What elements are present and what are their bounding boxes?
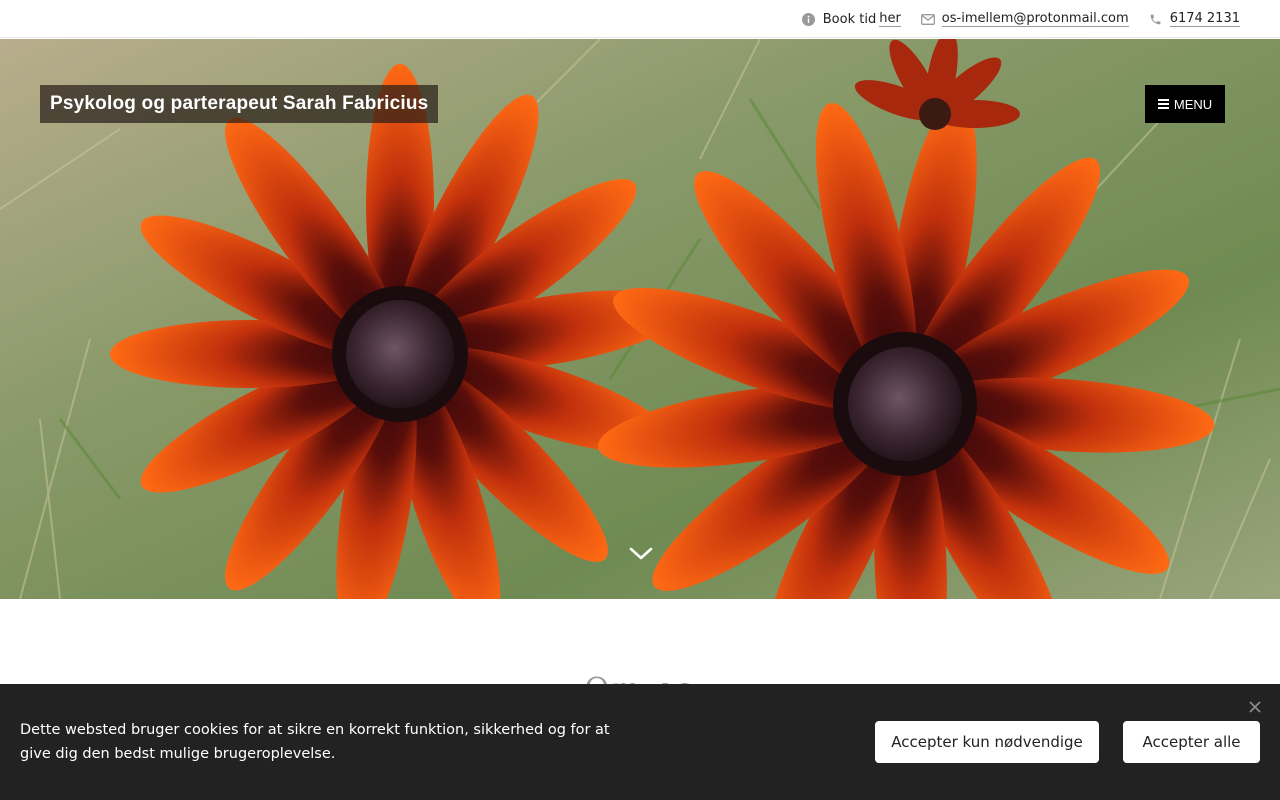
accept-all-button[interactable]: Accepter alle <box>1123 721 1260 763</box>
booking-link[interactable]: her <box>879 11 901 27</box>
chevron-down-icon[interactable] <box>628 543 654 563</box>
cookie-banner: Dette websted bruger cookies for at sikr… <box>0 684 1280 800</box>
phone-link[interactable]: 6174 2131 <box>1169 11 1240 27</box>
hero-banner: Psykolog og parterapeut Sarah Fabricius … <box>0 39 1280 599</box>
menu-button[interactable]: MENU <box>1145 85 1225 123</box>
site-title: Psykolog og parterapeut Sarah Fabricius <box>50 93 429 114</box>
email-link[interactable]: os-imellem@protonmail.com <box>941 11 1129 27</box>
site-title-box[interactable]: Psykolog og parterapeut Sarah Fabricius <box>40 85 439 123</box>
booking-prefix: Book tid <box>822 11 877 27</box>
phone-icon <box>1149 12 1163 26</box>
top-contact-bar: Book tid her os-imellem@protonmail.com 6… <box>0 0 1280 38</box>
menu-label: MENU <box>1173 96 1213 112</box>
contact-list: Book tid her os-imellem@protonmail.com 6… <box>802 0 1240 38</box>
cookie-message: Dette websted bruger cookies for at sikr… <box>20 722 610 762</box>
email-contact: os-imellem@protonmail.com <box>920 11 1129 27</box>
mail-icon <box>920 12 935 26</box>
phone-contact: 6174 2131 <box>1149 11 1240 27</box>
hero-image <box>0 39 1280 599</box>
accept-necessary-button[interactable]: Accepter kun nødvendige <box>875 721 1099 763</box>
hamburger-icon <box>1157 99 1169 109</box>
close-icon[interactable] <box>1248 700 1262 714</box>
booking-contact: Book tid her <box>802 11 901 27</box>
info-icon <box>802 12 816 26</box>
